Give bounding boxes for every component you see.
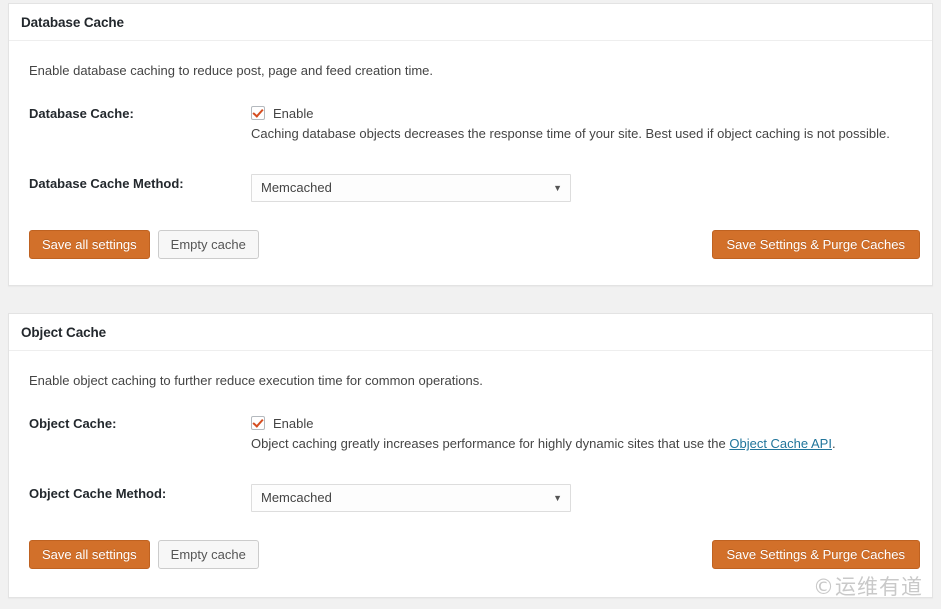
database-cache-enable-row: Database Cache: Enable Caching database … xyxy=(21,104,920,143)
database-cache-intro-text: Enable database caching to reduce post, … xyxy=(29,63,434,78)
watermark: ©运维有道 xyxy=(813,575,923,599)
object-cache-enable-checkbox[interactable] xyxy=(251,416,265,431)
panel-title: Database Cache xyxy=(21,15,124,30)
database-cache-help-text: Caching database objects decreases the r… xyxy=(251,126,890,142)
chevron-down-icon: ▼ xyxy=(553,492,562,503)
database-cache-panel-header: Database Cache xyxy=(9,4,932,41)
object-cache-method-control: Memcached ▼ xyxy=(251,483,920,512)
database-cache-method-control: Memcached ▼ xyxy=(251,173,920,202)
settings-page: Database Cache Enable database caching t… xyxy=(0,0,941,609)
object-cache-checkbox-label[interactable]: Enable xyxy=(273,416,313,431)
object-cache-checkbox-line: Enable xyxy=(251,414,920,432)
object-cache-api-link[interactable]: Object Cache API xyxy=(729,436,832,451)
object-cache-enable-label: Object Cache: xyxy=(29,416,117,432)
database-save-all-settings-button[interactable]: Save all settings xyxy=(29,229,150,259)
object-cache-method-row: Object Cache Method: Memcached ▼ xyxy=(21,483,920,512)
object-cache-method-label: Object Cache Method: xyxy=(29,485,167,501)
object-empty-cache-button[interactable]: Empty cache xyxy=(157,539,259,569)
database-cache-checkbox-label[interactable]: Enable xyxy=(273,106,313,121)
object-cache-method-value: Memcached xyxy=(261,489,332,505)
database-cache-panel-body: Enable database caching to reduce post, … xyxy=(9,41,932,259)
database-cache-method-value: Memcached xyxy=(261,179,332,195)
object-cache-method-select[interactable]: Memcached ▼ xyxy=(251,483,571,512)
object-cache-enable-control: Enable Object caching greatly increases … xyxy=(251,414,920,453)
database-cache-button-bar: Save all settings Empty cache Save Setti… xyxy=(21,229,920,259)
panel-title: Object Cache xyxy=(21,325,107,340)
database-cache-method-select[interactable]: Memcached ▼ xyxy=(251,173,571,202)
database-empty-cache-button[interactable]: Empty cache xyxy=(157,229,259,259)
database-cache-enable-control: Enable Caching database objects decrease… xyxy=(251,104,920,143)
object-cache-enable-row: Object Cache: Enable Object caching grea… xyxy=(21,414,920,453)
object-cache-help-text: Object caching greatly increases perform… xyxy=(251,435,920,453)
object-save-settings-purge-caches-button[interactable]: Save Settings & Purge Caches xyxy=(711,539,920,569)
object-cache-panel-body: Enable object caching to further reduce … xyxy=(9,351,932,569)
object-cache-button-bar: Save all settings Empty cache Save Setti… xyxy=(21,539,920,569)
database-save-settings-purge-caches-button[interactable]: Save Settings & Purge Caches xyxy=(711,229,920,259)
chevron-down-icon: ▼ xyxy=(553,182,562,193)
object-cache-help-text-before: Object caching greatly increases perform… xyxy=(251,436,730,452)
object-save-all-settings-button[interactable]: Save all settings xyxy=(29,539,150,569)
object-cache-intro-text: Enable object caching to further reduce … xyxy=(29,373,483,388)
object-cache-help-text-after: . xyxy=(831,436,836,452)
database-cache-method-label: Database Cache Method: xyxy=(29,175,184,191)
object-cache-panel: Object Cache Enable object caching to fu… xyxy=(8,313,933,598)
database-cache-panel: Database Cache Enable database caching t… xyxy=(8,3,933,286)
database-cache-enable-checkbox[interactable] xyxy=(251,106,265,121)
database-cache-checkbox-line: Enable xyxy=(251,104,920,122)
object-cache-panel-header: Object Cache xyxy=(9,314,932,351)
database-cache-enable-label: Database Cache: xyxy=(29,106,134,122)
database-cache-method-row: Database Cache Method: Memcached ▼ xyxy=(21,173,920,202)
